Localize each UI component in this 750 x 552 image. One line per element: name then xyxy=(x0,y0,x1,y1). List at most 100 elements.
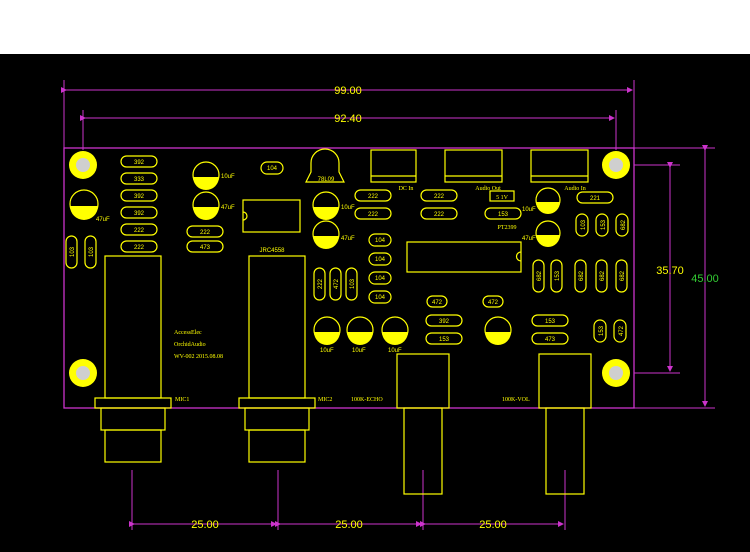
mic2-label: MIC2 xyxy=(318,397,332,403)
resistor-left-1-label: 333 xyxy=(134,177,145,183)
mounting-hole-bottom-left xyxy=(69,359,97,387)
pcb-canvas: 99.00 92.40 35.70 45.00 25.00 25.00 25.0… xyxy=(0,54,750,552)
small-vert-1-label: 153 xyxy=(601,219,607,230)
res-472-right-label: 472 xyxy=(488,300,499,306)
brand-line-2: OrchidAudio xyxy=(174,342,206,348)
ic-jrc4558: JRC4558 xyxy=(242,199,301,254)
resistor-left-0-label: 392 xyxy=(134,160,145,166)
cap-bottom-1-label: 10uF xyxy=(352,348,366,354)
dim-text-overall-height: 45.00 xyxy=(691,273,719,285)
v-trip-0: 222 xyxy=(313,267,326,301)
row-vert-4: 682 xyxy=(615,259,628,293)
reg-label: 78L09 xyxy=(318,177,335,183)
res-472-left-label: 472 xyxy=(432,300,443,306)
c104-1-label: 104 xyxy=(375,257,386,263)
cap-bottom-1: 10uF xyxy=(346,316,374,354)
resistor-left-2-label: 392 xyxy=(134,194,145,200)
row-vert-1-label: 153 xyxy=(555,270,561,281)
connector-audio-out: Audio Out xyxy=(444,149,503,192)
row-vert-2-label: 682 xyxy=(579,270,585,281)
res-473-label: 473 xyxy=(545,337,556,343)
brand-line-1: AccessElec xyxy=(174,330,202,336)
connector-dc-in: DC In xyxy=(370,149,417,192)
small-vert-0: 103 xyxy=(575,213,589,237)
mid-left-cap-0-label: 222 xyxy=(200,230,211,236)
res-472-right: 472 xyxy=(482,295,504,308)
row-vert-0: 682 xyxy=(532,259,545,293)
regulator-78l09: 78L09 xyxy=(305,148,345,183)
row-vert-4-label: 682 xyxy=(620,270,626,281)
resistor-left-2: 392 xyxy=(120,189,158,202)
c104-0-label: 104 xyxy=(375,238,386,244)
capacitor-row-bottom: 10uF 10uF 10uF xyxy=(313,316,512,354)
v-trip-2-label: 103 xyxy=(350,278,356,289)
dim-text-hole-height: 35.70 xyxy=(656,265,684,277)
version-text: WV-002 2015.08.08 xyxy=(174,354,223,360)
mid-res-3: 222 xyxy=(420,207,458,220)
cap-bottom-0: 10uF xyxy=(313,316,341,354)
row-vert-1: 153 xyxy=(550,259,563,293)
mic-jack-1 xyxy=(94,255,172,463)
mid-res-1-label: 222 xyxy=(368,212,379,218)
v-trip-0-label: 222 xyxy=(318,278,324,289)
mid-left-cap-1-label: 473 xyxy=(200,245,211,251)
row-vert-0-label: 682 xyxy=(537,270,543,281)
ceramic-cap-104: 104 xyxy=(260,161,284,175)
c104-0: 104 xyxy=(368,233,392,247)
board-outline xyxy=(63,147,635,409)
v-trip-2: 103 xyxy=(345,267,358,301)
vertical-resistors-left: 103 103 xyxy=(65,235,97,269)
mid-resistors: 222 222 222 222 xyxy=(354,189,458,220)
row-vert-3-label: 682 xyxy=(600,270,606,281)
resistor-left-3: 392 xyxy=(120,206,158,219)
cap-left-label: 47uF xyxy=(96,217,110,223)
bottom-small-0: 153 xyxy=(593,319,607,343)
dimension-overall-height: 45.00 xyxy=(634,145,719,409)
dimension-hole-width: 92.40 xyxy=(80,110,617,150)
cap-top-b-label: 47uF xyxy=(221,205,235,211)
ic-box-label: 5 1V xyxy=(496,195,509,201)
mounting-hole-top-right xyxy=(602,151,630,179)
dim-text-pot-spacing-1: 25.00 xyxy=(191,519,219,531)
res-153b: 153 xyxy=(425,332,463,345)
resistor-left-5: 222 xyxy=(120,240,158,253)
small-vert-2-label: 682 xyxy=(621,219,627,230)
resistor-left-3-label: 392 xyxy=(134,211,145,217)
cap-bottom-2: 10uF xyxy=(381,316,409,354)
audio-in-label: Audio In xyxy=(564,186,586,192)
small-vert-2: 682 xyxy=(615,213,629,237)
bottom-small-0-label: 153 xyxy=(599,325,605,336)
capacitor-pair-middle: 10uF 47uF xyxy=(312,191,355,249)
resistor-left-0: 392 xyxy=(120,155,158,168)
resistor-left-4-label: 222 xyxy=(134,228,145,234)
v-res-left-1: 103 xyxy=(84,235,97,269)
dimension-pot-spacing: 25.00 25.00 25.00 xyxy=(129,470,566,531)
ic-pt2399-area: 5 1V 153 PT2399 xyxy=(406,190,522,273)
v-res-left-0-label: 103 xyxy=(70,246,76,257)
dim-text-hole-width: 92.40 xyxy=(334,113,362,125)
v-trip-1-label: 472 xyxy=(334,278,340,289)
cap-mid-b-label: 47uF xyxy=(341,236,355,242)
dim-text-pot-spacing-3: 25.00 xyxy=(479,519,507,531)
res-473: 473 xyxy=(531,332,569,345)
small-vert-1: 153 xyxy=(595,213,609,237)
c104-1: 104 xyxy=(368,252,392,266)
ceramic-104-column: 104 104 104 104 xyxy=(368,233,392,304)
c104-3: 104 xyxy=(368,290,392,304)
resistor-left-5-label: 222 xyxy=(134,245,145,251)
mounting-hole-top-left xyxy=(69,151,97,179)
cap-top-a-label: 10uF xyxy=(221,174,235,180)
ic-jrc-label: JRC4558 xyxy=(259,248,285,254)
cap-bottom-3 xyxy=(484,316,512,345)
res-153a: 153 xyxy=(531,314,569,327)
dc-in-label: DC In xyxy=(399,186,414,192)
v-res-left-0: 103 xyxy=(65,235,78,269)
mic1-label: MIC1 xyxy=(175,397,189,403)
vertical-triplet: 222 472 103 xyxy=(313,267,358,301)
v-res-left-1-label: 103 xyxy=(89,246,95,257)
dimension-hole-height: 35.70 xyxy=(634,162,684,374)
pot-vol-label: 100K-VOL xyxy=(502,397,530,403)
cap-right-b-label: 47uF xyxy=(522,236,536,242)
c104-2-label: 104 xyxy=(375,276,386,282)
bottom-small-1-label: 472 xyxy=(619,325,625,336)
